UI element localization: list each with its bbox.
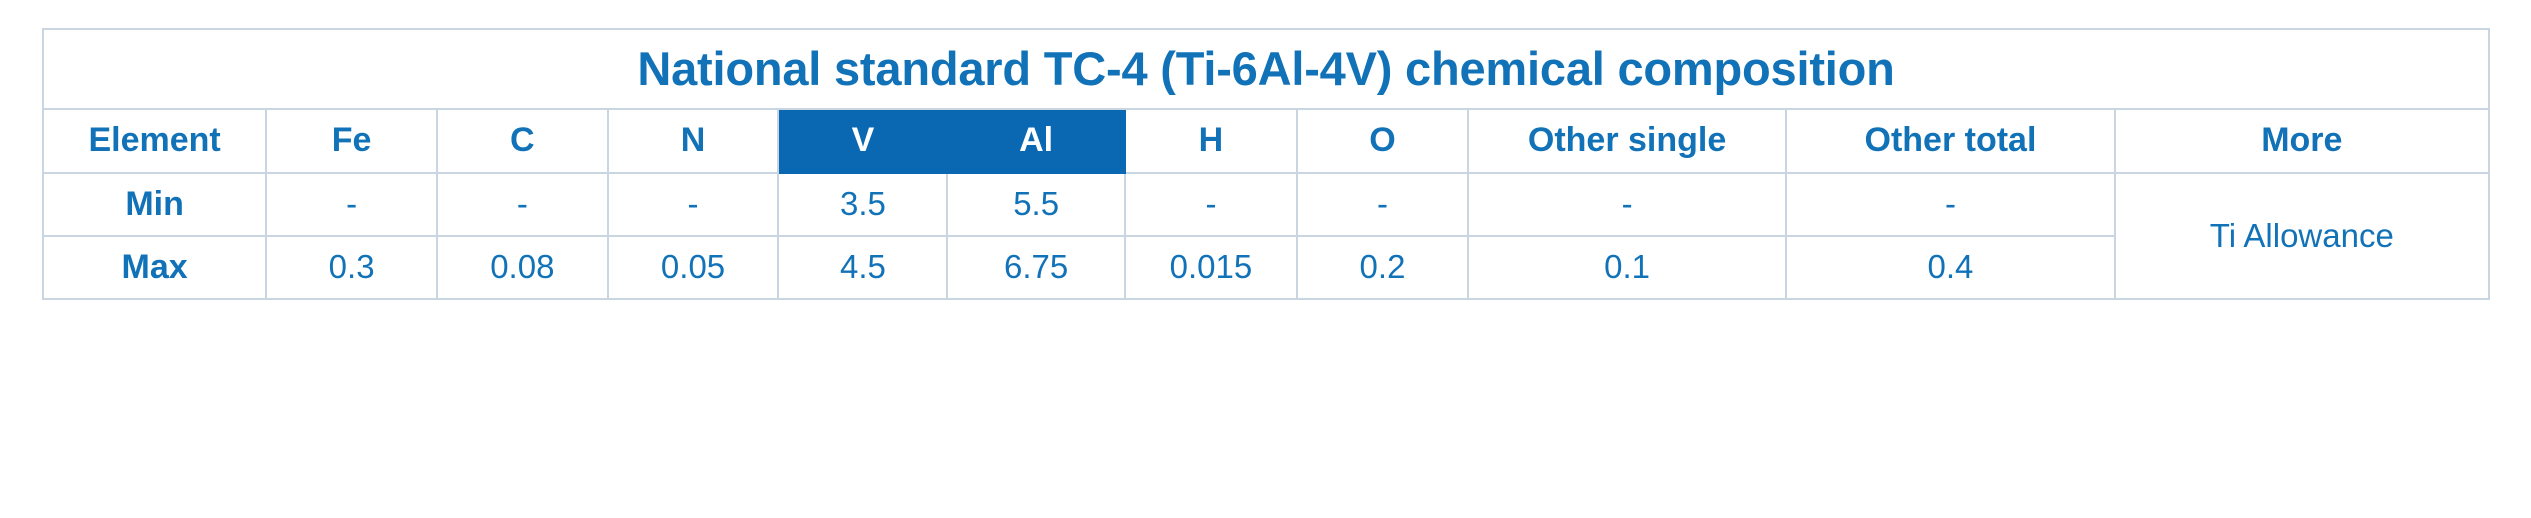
cell-max-o: 0.2 bbox=[1296, 235, 1469, 300]
column-header-other-total: Other total bbox=[1785, 108, 2116, 174]
cell-max-other-total: 0.4 bbox=[1785, 235, 2116, 300]
cell-min-other-total: - bbox=[1785, 172, 2116, 237]
column-header-c: C bbox=[435, 108, 609, 174]
column-header-h: H bbox=[1123, 108, 1299, 174]
table-title: National standard TC-4 (Ti-6Al-4V) chemi… bbox=[42, 28, 2490, 110]
cell-min-n: - bbox=[606, 172, 780, 237]
cell-min-c: - bbox=[435, 172, 609, 237]
column-header-v: V bbox=[777, 108, 949, 174]
column-header-other-single: Other single bbox=[1466, 108, 1788, 174]
chemical-composition-table: National standard TC-4 (Ti-6Al-4V) chemi… bbox=[41, 28, 2491, 300]
column-header-element: Element bbox=[41, 108, 268, 174]
cell-more-ti-allowance: Ti Allowance bbox=[2113, 172, 2491, 300]
cell-max-c: 0.08 bbox=[435, 235, 609, 300]
cell-min-o: - bbox=[1296, 172, 1469, 237]
row-label-min: Min bbox=[41, 172, 268, 237]
row-label-max: Max bbox=[41, 235, 268, 300]
column-header-o: O bbox=[1296, 108, 1469, 174]
table-row-min: Min - - - 3.5 5.5 - - - - Ti Allowance bbox=[41, 172, 2491, 300]
column-header-al: Al bbox=[946, 108, 1126, 174]
cell-max-al: 6.75 bbox=[946, 235, 1126, 300]
column-header-more: More bbox=[2113, 108, 2491, 174]
composition-table-container: National standard TC-4 (Ti-6Al-4V) chemi… bbox=[41, 28, 2491, 300]
cell-min-fe: - bbox=[265, 172, 438, 237]
column-header-n: N bbox=[606, 108, 780, 174]
column-header-fe: Fe bbox=[265, 108, 438, 174]
cell-max-h: 0.015 bbox=[1123, 235, 1299, 300]
cell-max-other-single: 0.1 bbox=[1466, 235, 1788, 300]
cell-max-fe: 0.3 bbox=[265, 235, 438, 300]
cell-min-other-single: - bbox=[1466, 172, 1788, 237]
cell-min-al: 5.5 bbox=[946, 172, 1126, 237]
table-title-row: National standard TC-4 (Ti-6Al-4V) chemi… bbox=[42, 28, 2490, 110]
cell-min-h: - bbox=[1123, 172, 1299, 237]
cell-max-v: 4.5 bbox=[777, 235, 949, 300]
cell-max-n: 0.05 bbox=[606, 235, 780, 300]
cell-min-v: 3.5 bbox=[777, 172, 949, 237]
table-header-row: Element Fe C N V Al H O Other single Oth… bbox=[41, 108, 2491, 174]
